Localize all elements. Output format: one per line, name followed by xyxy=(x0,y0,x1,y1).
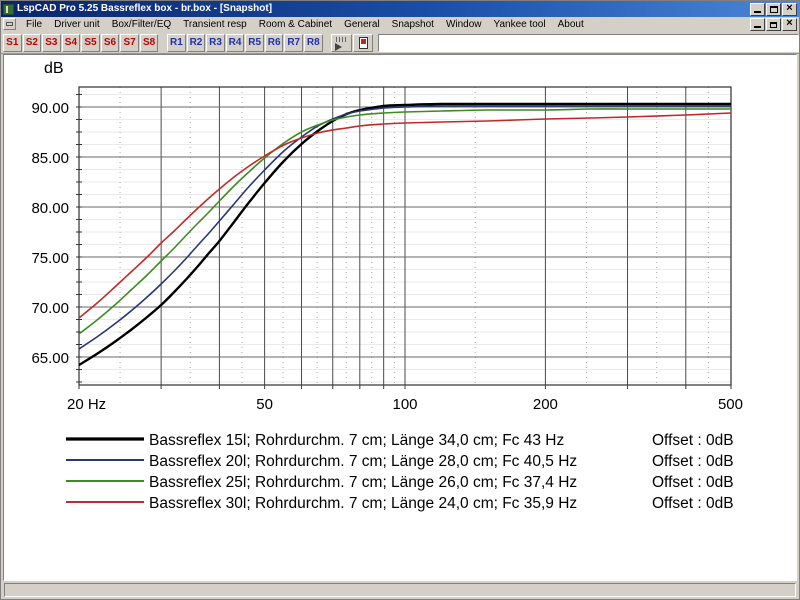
menu-item-snapshot[interactable]: Snapshot xyxy=(386,17,440,32)
menu-item-file[interactable]: File xyxy=(20,17,48,32)
snapshot-button-s8[interactable]: S8 xyxy=(139,33,159,52)
snapshot-button-s2[interactable]: S2 xyxy=(22,33,42,52)
snapshot-button-s7[interactable]: S7 xyxy=(120,33,139,52)
legend-label-1: Bassreflex 20l; Rohrdurchm. 7 cm; Länge … xyxy=(149,453,577,470)
menu-item-about[interactable]: About xyxy=(552,17,590,32)
status-pane xyxy=(4,583,796,597)
window-title: LspCAD Pro 5.25 Bassreflex box - br.box … xyxy=(17,3,273,14)
toolbar-combo-input[interactable] xyxy=(378,33,799,52)
menu-bar: File Driver unit Box/Filter/EQ Transient… xyxy=(1,17,799,32)
x-axis-tick-label: 200 xyxy=(533,396,558,413)
menu-item-transient-resp[interactable]: Transient resp xyxy=(177,17,253,32)
legend-label-3: Bassreflex 30l; Rohrdurchm. 7 cm; Länge … xyxy=(149,495,577,512)
chart-container: 90.00 85.00 80.00 75.00 70.00 65.00 20 Hz 50 100… xyxy=(4,55,796,580)
reference-button-r1[interactable]: R1 xyxy=(167,33,186,52)
x-axis-tick-label: 500 xyxy=(718,396,743,413)
x-axis-tick-label: 50 xyxy=(256,396,273,413)
legend-offset-2: Offset : 0dB xyxy=(652,474,734,491)
minimize-button[interactable] xyxy=(750,2,765,16)
y-axis-tick-label: 75.00 xyxy=(31,250,69,267)
maximize-button[interactable] xyxy=(766,2,781,16)
menu-item-general[interactable]: General xyxy=(338,17,386,32)
application-window: LspCAD Pro 5.25 Bassreflex box - br.box … xyxy=(0,0,800,600)
reference-button-r2[interactable]: R2 xyxy=(186,33,206,52)
x-axis-tick-label: 100 xyxy=(392,396,417,413)
speaker-icon xyxy=(3,3,14,15)
y-axis-tick-label: 80.00 xyxy=(31,200,69,217)
reference-button-r6[interactable]: R6 xyxy=(264,33,284,52)
y-axis-title: dB xyxy=(44,60,64,77)
menu-item-room-cabinet[interactable]: Room & Cabinet xyxy=(253,17,338,32)
close-button[interactable] xyxy=(782,2,797,16)
legend-label-2: Bassreflex 25l; Rohrdurchm. 7 cm; Länge … xyxy=(149,474,577,491)
legend-label-0: Bassreflex 15l; Rohrdurchm. 7 cm; Länge … xyxy=(149,432,564,449)
menu-item-yankee-tool[interactable]: Yankee tool xyxy=(488,17,552,32)
mdi-restore-button[interactable] xyxy=(766,18,781,31)
menu-item-driver-unit[interactable]: Driver unit xyxy=(48,17,106,32)
driver-properties-icon[interactable] xyxy=(352,33,374,52)
snapshot-button-s1[interactable]: S1 xyxy=(3,33,22,52)
x-axis-tick-label: 20 Hz xyxy=(67,396,106,413)
frequency-response-chart: 90.00 85.00 80.00 75.00 70.00 65.00 20 Hz 50 100… xyxy=(4,55,796,579)
reference-button-r7[interactable]: R7 xyxy=(284,33,303,52)
y-axis-tick-label: 90.00 xyxy=(31,100,69,117)
snapshot-button-s6[interactable]: S6 xyxy=(100,33,120,52)
title-bar: LspCAD Pro 5.25 Bassreflex box - br.box … xyxy=(1,1,799,17)
snapshot-button-s3[interactable]: S3 xyxy=(42,33,61,52)
cursor-readout-icon[interactable] xyxy=(331,33,352,52)
legend-offset-1: Offset : 0dB xyxy=(652,453,734,470)
menu-item-window[interactable]: Window xyxy=(440,17,488,32)
reference-button-r4[interactable]: R4 xyxy=(225,33,245,52)
window-controls xyxy=(750,2,798,16)
reference-button-r3[interactable]: R3 xyxy=(206,33,225,52)
mdi-window-controls xyxy=(750,18,797,31)
y-axis-tick-label: 65.00 xyxy=(31,350,69,367)
status-bar xyxy=(1,581,799,599)
chart-client-area: 90.00 85.00 80.00 75.00 70.00 65.00 20 Hz 50 100… xyxy=(3,54,797,581)
snapshot-button-s4[interactable]: S4 xyxy=(61,33,81,52)
menu-item-box-filter-eq[interactable]: Box/Filter/EQ xyxy=(106,17,177,32)
mdi-minimize-button[interactable] xyxy=(750,18,765,31)
snapshot-button-s5[interactable]: S5 xyxy=(81,33,100,52)
legend-offset-3: Offset : 0dB xyxy=(652,495,734,512)
y-axis-tick-label: 85.00 xyxy=(31,150,69,167)
reference-button-r5[interactable]: R5 xyxy=(245,33,264,52)
y-axis-tick-label: 70.00 xyxy=(31,300,69,317)
mdi-system-icon[interactable] xyxy=(3,18,16,30)
reference-button-r8[interactable]: R8 xyxy=(303,33,323,52)
toolbar: S1 S2 S3 S4 S5 S6 S7 S8 R1 R2 R3 R4 R5 R… xyxy=(1,32,799,54)
legend-offset-0: Offset : 0dB xyxy=(652,432,734,449)
mdi-close-button[interactable] xyxy=(782,18,797,31)
